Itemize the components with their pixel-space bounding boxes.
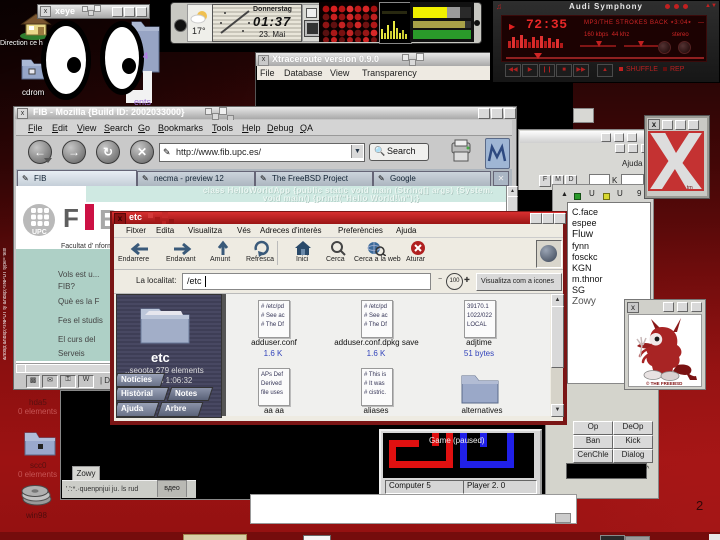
svg-text:UPC: UPC: [32, 229, 47, 236]
svg-text:tm: tm: [687, 185, 693, 191]
svg-text:© THE FREEBSD: © THE FREEBSD: [646, 380, 683, 386]
svg-text:F: F: [63, 203, 79, 233]
